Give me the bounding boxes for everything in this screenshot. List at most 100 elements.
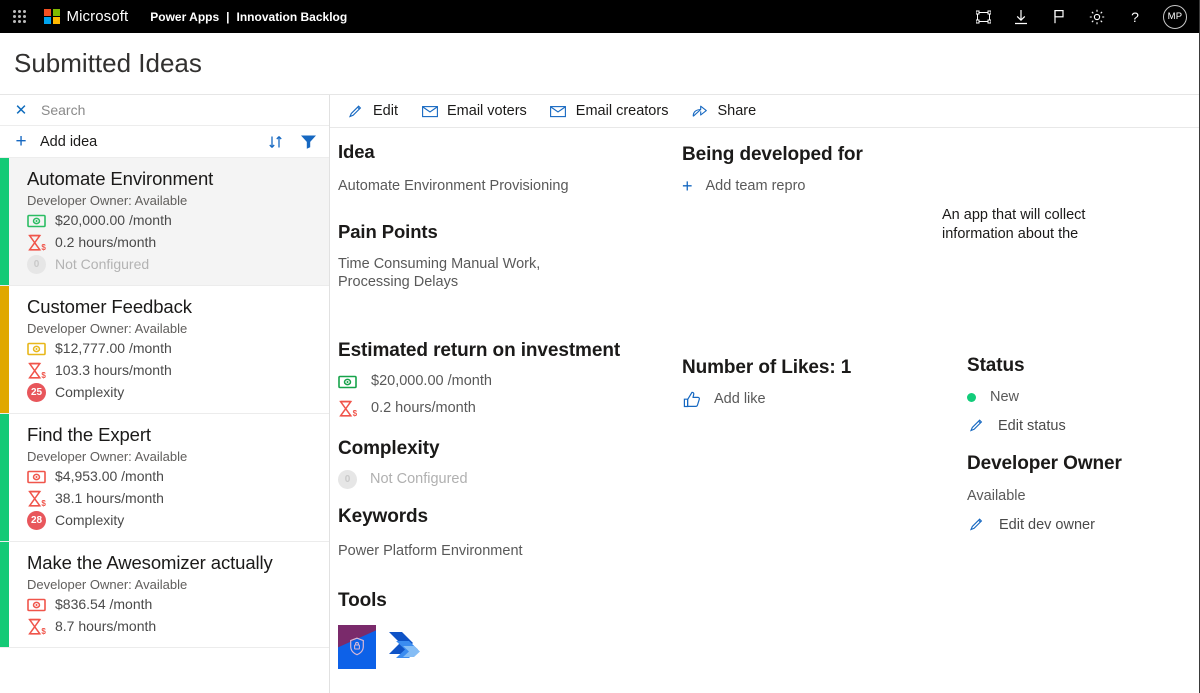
add-idea-row: + Add idea — [0, 126, 329, 158]
hours-value: 0.2 hours/month — [55, 234, 156, 250]
email-voters-label: Email voters — [447, 103, 527, 119]
idea-description: An app that will collect information abo… — [942, 206, 1142, 244]
sort-icon[interactable] — [268, 134, 284, 150]
idea-section: Idea Automate Environment Provisioning — [338, 141, 569, 195]
breadcrumb: Power Apps | Innovation Backlog — [150, 10, 347, 24]
list-actions — [268, 134, 317, 150]
roi-money-value: $20,000.00 /month — [371, 372, 492, 390]
page-title-bar: Submitted Ideas — [0, 33, 1199, 95]
hours-row: $38.1 hours/month — [27, 489, 317, 508]
money-icon — [27, 467, 46, 486]
tools-icons — [338, 625, 428, 674]
money-row: $20,000.00 /month — [27, 211, 317, 230]
list-item[interactable]: Automate Environment Developer Owner: Ava… — [0, 158, 329, 286]
email-creators-button[interactable]: Email creators — [546, 99, 679, 124]
hourglass-money-icon: $ — [27, 489, 46, 508]
complexity-row: 0Not Configured — [27, 255, 317, 274]
status-dot-icon — [967, 393, 976, 402]
gear-icon[interactable] — [1087, 7, 1107, 27]
page-title: Submitted Ideas — [14, 48, 202, 79]
fit-screen-icon[interactable] — [973, 7, 993, 27]
search-row: ✕ — [0, 95, 329, 126]
pain-points-section: Pain Points Time Consuming Manual Work, … — [338, 221, 638, 292]
download-icon[interactable] — [1011, 7, 1031, 27]
email-voters-button[interactable]: Email voters — [417, 99, 537, 124]
complexity-label: Complexity — [55, 384, 124, 400]
plus-icon[interactable]: + — [13, 132, 29, 151]
thumbs-up-icon — [682, 390, 701, 409]
money-icon — [27, 595, 46, 614]
roi-money-row: $20,000.00 /month — [338, 372, 620, 391]
likes-heading: Number of Likes: 1 — [682, 357, 851, 379]
being-developed-section: Being developed for + Add team repro — [682, 144, 863, 195]
svg-text:$: $ — [353, 409, 357, 418]
roi-section: Estimated return on investment $20,000.0… — [338, 340, 620, 418]
share-button[interactable]: Share — [687, 99, 766, 124]
add-idea-button[interactable]: Add idea — [40, 134, 97, 150]
flag-icon[interactable] — [1049, 7, 1069, 27]
tools-heading: Tools — [338, 590, 428, 612]
avatar[interactable]: MP — [1163, 5, 1187, 29]
list-item-owner: Developer Owner: Available — [27, 577, 317, 592]
money-icon — [27, 339, 46, 358]
dev-owner-value: Available — [967, 487, 1122, 505]
complexity-section: Complexity 0 Not Configured — [338, 438, 468, 489]
hourglass-money-icon: $ — [338, 399, 357, 418]
add-like-button[interactable]: Add like — [682, 390, 851, 409]
page-body: ✕ + Add idea Automate Environment Develop… — [0, 95, 1199, 693]
ideas-list[interactable]: Automate Environment Developer Owner: Ava… — [0, 158, 329, 693]
keywords-value: Power Platform Environment — [338, 542, 523, 560]
edit-status-label: Edit status — [998, 418, 1066, 434]
power-apps-shield-icon[interactable] — [338, 625, 376, 669]
roi-hours-value: 0.2 hours/month — [371, 399, 476, 417]
environment-name[interactable]: Innovation Backlog — [237, 10, 348, 24]
list-item[interactable]: Make the Awesomizer actuallyDeveloper Ow… — [0, 542, 329, 648]
complexity-badge: 0 — [338, 470, 357, 489]
list-item-title: Automate Environment — [27, 168, 317, 190]
share-icon — [691, 103, 708, 120]
complexity-badge: 25 — [27, 383, 46, 402]
keywords-heading: Keywords — [338, 506, 523, 528]
money-row: $4,953.00 /month — [27, 467, 317, 486]
microsoft-logo[interactable]: Microsoft — [44, 8, 128, 25]
money-value: $12,777.00 /month — [55, 340, 172, 356]
hours-row: $103.3 hours/month — [27, 361, 317, 380]
edit-dev-owner-button[interactable]: Edit dev owner — [967, 515, 1122, 534]
pencil-icon — [967, 515, 986, 534]
app-name[interactable]: Power Apps — [150, 10, 219, 24]
search-input[interactable] — [41, 102, 281, 118]
breadcrumb-separator: | — [226, 10, 229, 24]
money-row: $836.54 /month — [27, 595, 317, 614]
pencil-icon — [967, 416, 986, 435]
list-item[interactable]: Find the ExpertDeveloper Owner: Availabl… — [0, 414, 329, 542]
dev-owner-heading: Developer Owner — [967, 453, 1122, 475]
money-row: $12,777.00 /month — [27, 339, 317, 358]
mail-icon — [421, 103, 438, 120]
svg-text:$: $ — [41, 627, 46, 636]
list-item-owner: Developer Owner: Available — [27, 193, 317, 208]
money-value: $20,000.00 /month — [55, 212, 172, 228]
power-automate-icon[interactable] — [384, 625, 428, 674]
close-icon[interactable]: ✕ — [14, 103, 28, 118]
money-icon — [338, 372, 357, 391]
edit-status-button[interactable]: Edit status — [967, 416, 1066, 435]
list-item[interactable]: Customer FeedbackDeveloper Owner: Availa… — [0, 286, 329, 414]
money-icon — [27, 211, 46, 230]
idea-heading: Idea — [338, 141, 569, 163]
help-icon[interactable]: ? — [1125, 7, 1145, 27]
app-launcher-icon[interactable] — [8, 6, 30, 28]
complexity-heading: Complexity — [338, 438, 468, 460]
svg-text:$: $ — [41, 243, 46, 252]
idea-detail: Idea Automate Environment Provisioning P… — [330, 128, 1199, 693]
keywords-section: Keywords Power Platform Environment — [338, 506, 523, 560]
edit-button[interactable]: Edit — [343, 99, 408, 124]
command-bar: Edit Email voters Email creators — [330, 95, 1199, 128]
complexity-badge: 0 — [27, 255, 46, 274]
pain-points-value: Time Consuming Manual Work, Processing D… — [338, 255, 590, 292]
edit-dev-owner-label: Edit dev owner — [999, 517, 1095, 533]
filter-icon[interactable] — [300, 134, 317, 149]
email-creators-label: Email creators — [576, 103, 669, 119]
add-like-label: Add like — [714, 390, 766, 408]
add-team-repro-button[interactable]: + Add team repro — [682, 177, 863, 195]
list-item-owner: Developer Owner: Available — [27, 449, 317, 464]
